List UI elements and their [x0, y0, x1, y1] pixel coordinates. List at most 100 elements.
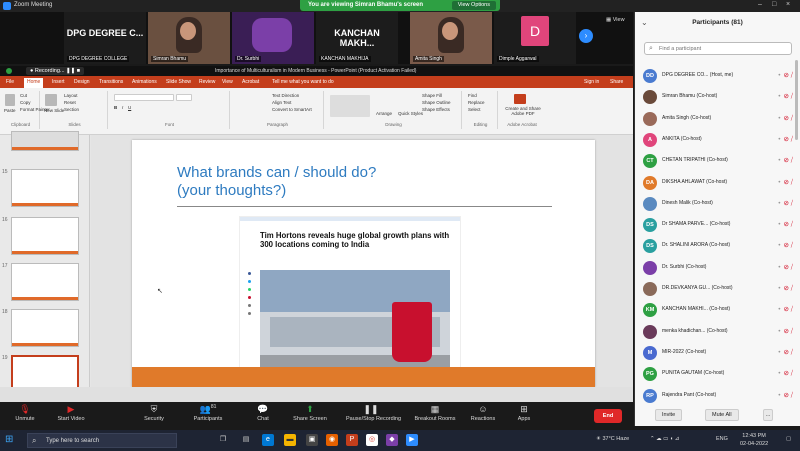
slide-thumbnail[interactable] [11, 169, 79, 207]
security-button[interactable]: ⛨ Security [129, 404, 179, 428]
participants-button[interactable]: 👥81 Participants [183, 404, 233, 428]
end-meeting-button[interactable]: End [594, 409, 622, 423]
notification-icon[interactable]: ▢ [786, 436, 791, 442]
zoom-taskbar-icon[interactable]: ▶ [406, 434, 418, 446]
chrome-icon[interactable]: ◎ [366, 434, 378, 446]
mute-all-button[interactable]: Mute All [705, 409, 739, 421]
more-options-button[interactable]: ... [763, 409, 773, 421]
font-name-select[interactable] [114, 94, 174, 101]
participant-row[interactable]: DA DIKSHA AHLAWAT (Co-host) • ⊘ ⧸ [643, 174, 793, 192]
font-size-select[interactable] [176, 94, 192, 101]
pause-stop-recording-button[interactable]: ❚❚ Pause/Stop Recording [346, 404, 401, 428]
paste-icon[interactable] [5, 94, 15, 106]
edge-icon[interactable]: e [262, 434, 274, 446]
more-icon[interactable]: • [778, 264, 780, 271]
store-icon[interactable]: ▣ [306, 434, 318, 446]
more-icon[interactable]: • [778, 349, 780, 356]
cut-button[interactable]: Cut [20, 93, 27, 98]
taskbar-search[interactable]: ⌕ Type here to search [27, 433, 177, 448]
powerpoint-icon[interactable]: P [346, 434, 358, 446]
tab-acrobat[interactable]: Acrobat [242, 79, 259, 85]
italic-button[interactable]: I [122, 105, 123, 110]
slide-thumbnail[interactable] [11, 131, 79, 151]
video-tile[interactable]: Dr. Surbhi [232, 12, 314, 64]
video-tile[interactable]: Amita Singh [410, 12, 492, 64]
share-link[interactable]: Share [610, 79, 623, 85]
find-participant-field[interactable]: ⌕ [644, 42, 792, 55]
tab-view[interactable]: View [222, 79, 233, 85]
participant-row[interactable]: DS Dr. SHALINI ARORA (Co-host) • ⊘ ⧸ [643, 237, 793, 255]
participants-scrollbar[interactable] [795, 60, 798, 140]
tell-me-search[interactable]: Tell me what you want to do [272, 79, 334, 85]
new-slide-button[interactable]: New Slide [44, 108, 64, 113]
create-share-pdf-button[interactable]: Create and Share Adobe PDF [502, 106, 544, 116]
app-icon[interactable]: ◆ [386, 434, 398, 446]
tab-insert[interactable]: Insert [52, 79, 65, 85]
apps-button[interactable]: ⊞ Apps [499, 404, 549, 428]
arrange-button[interactable]: Arrange [376, 111, 392, 116]
participant-row[interactable]: menka khadichan... (Co-host) • ⊘ ⧸ [643, 323, 793, 341]
task-view-icon[interactable]: ❐ [217, 434, 229, 446]
participant-row[interactable]: Simran Bhamu (Co-host) • ⊘ ⧸ [643, 88, 793, 106]
current-slide[interactable]: What brands can / should do? (your thoug… [132, 140, 595, 387]
shapes-gallery[interactable] [330, 95, 370, 117]
align-text-button[interactable]: Align Text [272, 100, 291, 105]
participant-row[interactable]: DS Dr SHAMA PARVE... (Co-host) • ⊘ ⧸ [643, 216, 793, 234]
text-direction-button[interactable]: Text Direction [272, 93, 299, 98]
acrobat-icon[interactable] [514, 94, 526, 104]
new-slide-icon[interactable] [45, 94, 57, 106]
unmute-button[interactable]: 🎙 Unmute [0, 404, 50, 428]
tab-animations[interactable]: Animations [132, 79, 157, 85]
breakout-rooms-button[interactable]: ▦ Breakout Rooms [410, 404, 460, 428]
shape-fill-button[interactable]: Shape Fill [422, 93, 442, 98]
find-participant-input[interactable] [659, 45, 787, 53]
close-icon[interactable]: × [786, 1, 790, 8]
tab-slide-show[interactable]: Slide Show [166, 79, 191, 85]
paste-button[interactable]: Paste [4, 108, 16, 113]
more-icon[interactable]: • [778, 72, 780, 79]
shape-outline-button[interactable]: Shape Outline [422, 100, 451, 105]
tab-design[interactable]: Design [74, 79, 90, 85]
more-icon[interactable]: • [778, 306, 780, 313]
participant-row[interactable]: Dr. Surbhi (Co-host) • ⊘ ⧸ [643, 259, 793, 277]
language-indicator[interactable]: ENG [716, 436, 728, 442]
more-icon[interactable]: • [778, 179, 780, 186]
clock[interactable]: 12:43 PM 02-04-2022 [740, 432, 768, 448]
maximize-icon[interactable]: □ [772, 1, 776, 8]
shape-effects-button[interactable]: Shape Effects [422, 107, 450, 112]
widgets-icon[interactable]: ▤ [240, 434, 252, 446]
video-tile[interactable]: DPG DEGREE C... DPG DEGREE COLLEGE [64, 12, 146, 64]
slide-thumbnail[interactable] [11, 217, 79, 255]
video-tile[interactable]: KANCHAN MAKH... KANCHAN MAKHIJA [316, 12, 398, 64]
more-icon[interactable]: • [778, 392, 780, 399]
start-video-button[interactable]: ▶ Start Video [46, 404, 96, 428]
firefox-icon[interactable]: ◉ [326, 434, 338, 446]
chat-button[interactable]: 💬 Chat [238, 404, 288, 428]
participant-row[interactable]: RP Rajendra Pant (Co-host) • ⊘ ⧸ [643, 387, 793, 405]
windows-start-icon[interactable]: ⊞ [5, 435, 15, 445]
participant-row[interactable]: CT CHETAN TRIPATHI (Co-host) • ⊘ ⧸ [643, 152, 793, 170]
copy-button[interactable]: Copy [20, 100, 31, 105]
tray-icons[interactable]: ⌃ ☁ ▭ ◖ ⊿ [650, 436, 679, 442]
reset-button[interactable]: Reset [64, 100, 76, 105]
find-button[interactable]: Find [468, 93, 477, 98]
section-button[interactable]: Section [64, 107, 79, 112]
more-icon[interactable]: • [778, 328, 780, 335]
minimize-icon[interactable]: – [758, 1, 762, 8]
convert-smartart-button[interactable]: Convert to SmartArt [272, 107, 312, 112]
slide-thumbnail[interactable] [11, 309, 79, 347]
more-icon[interactable]: • [778, 242, 780, 249]
tab-file[interactable]: File [6, 79, 14, 85]
tab-home[interactable]: Home [24, 78, 44, 88]
view-button[interactable]: ▦ View [606, 17, 625, 23]
more-icon[interactable]: • [778, 221, 780, 228]
invite-button[interactable]: Invite [655, 409, 683, 421]
video-tile[interactable]: D Dimple Aggarwal [494, 12, 576, 64]
sign-in-link[interactable]: Sign in [584, 79, 599, 85]
more-icon[interactable]: • [778, 115, 780, 122]
next-page-icon[interactable]: › [579, 29, 593, 43]
replace-button[interactable]: Replace [468, 100, 485, 105]
video-tile[interactable]: Simran Bhamu [148, 12, 230, 64]
bold-button[interactable]: B [114, 105, 117, 110]
participant-row[interactable]: DD DPG DEGREE CO... (Host, me) • ⊘ ⧸ [643, 67, 793, 85]
